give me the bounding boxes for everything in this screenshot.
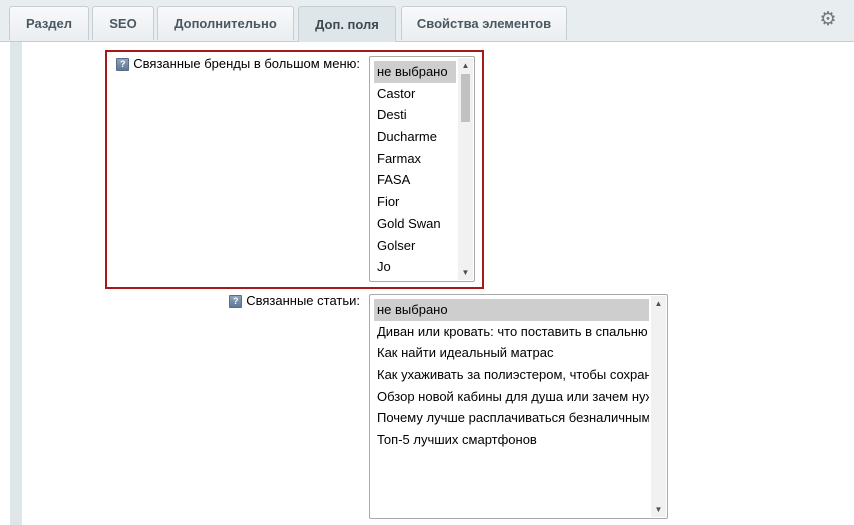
- list-item[interactable]: Диван или кровать: что поставить в спаль…: [374, 321, 649, 343]
- list-item[interactable]: Desti: [374, 104, 456, 126]
- list-item[interactable]: не выбрано: [374, 299, 649, 321]
- articles-select[interactable]: не выбрано Диван или кровать: что постав…: [369, 294, 668, 519]
- tab-element-properties-label: Свойства элементов: [416, 16, 552, 31]
- tab-extra-fields[interactable]: Доп. поля: [298, 6, 396, 42]
- list-item[interactable]: Fior: [374, 191, 456, 213]
- articles-scrollbar[interactable]: ▲ ▼: [651, 296, 666, 517]
- gear-icon[interactable]: ⚙: [819, 10, 837, 29]
- brands-label-text: Связанные бренды в большом меню:: [133, 56, 360, 71]
- tab-additional[interactable]: Дополнительно: [157, 6, 294, 40]
- list-item[interactable]: Как ухаживать за полиэстером, чтобы сохр…: [374, 364, 649, 386]
- scroll-down-icon[interactable]: ▼: [651, 502, 666, 517]
- brands-field-label: ? Связанные бренды в большом меню:: [116, 56, 360, 71]
- tab-bar: Раздел SEO Дополнительно Доп. поля Свойс…: [0, 0, 854, 42]
- list-item[interactable]: Farmax: [374, 148, 456, 170]
- articles-field-label: ? Связанные статьи:: [229, 293, 360, 308]
- list-item[interactable]: Castor: [374, 83, 456, 105]
- list-item[interactable]: FASA: [374, 169, 456, 191]
- scroll-up-icon[interactable]: ▲: [651, 296, 666, 311]
- articles-label-text: Связанные статьи:: [246, 293, 360, 308]
- help-icon[interactable]: ?: [229, 295, 243, 308]
- brands-scrollbar[interactable]: ▲ ▼: [458, 58, 473, 280]
- tab-section[interactable]: Раздел: [9, 6, 89, 40]
- brands-options: не выбрано Castor Desti Ducharme Farmax …: [374, 61, 456, 278]
- brands-select[interactable]: не выбрано Castor Desti Ducharme Farmax …: [369, 56, 475, 282]
- list-item[interactable]: Топ-5 лучших смартфонов: [374, 429, 649, 451]
- list-item[interactable]: Обзор новой кабины для душа или зачем ну…: [374, 386, 649, 408]
- list-item[interactable]: Gold Swan: [374, 213, 456, 235]
- tab-extra-fields-label: Доп. поля: [315, 17, 379, 32]
- list-item[interactable]: Ducharme: [374, 126, 456, 148]
- list-item[interactable]: Golser: [374, 235, 456, 257]
- tab-seo-label: SEO: [109, 16, 137, 31]
- list-item[interactable]: не выбрано: [374, 61, 456, 83]
- scroll-thumb[interactable]: [461, 74, 470, 122]
- tab-seo[interactable]: SEO: [92, 6, 154, 40]
- list-item[interactable]: Jo: [374, 256, 456, 278]
- tab-element-properties[interactable]: Свойства элементов: [401, 6, 567, 40]
- tab-section-label: Раздел: [25, 16, 73, 31]
- tab-additional-label: Дополнительно: [174, 16, 277, 31]
- list-item[interactable]: Почему лучше расплачиваться безналичным: [374, 407, 649, 429]
- help-icon[interactable]: ?: [116, 58, 130, 71]
- scroll-up-icon[interactable]: ▲: [458, 58, 473, 73]
- articles-options: не выбрано Диван или кровать: что постав…: [374, 299, 649, 451]
- list-item[interactable]: Как найти идеальный матрас: [374, 342, 649, 364]
- scroll-down-icon[interactable]: ▼: [458, 265, 473, 280]
